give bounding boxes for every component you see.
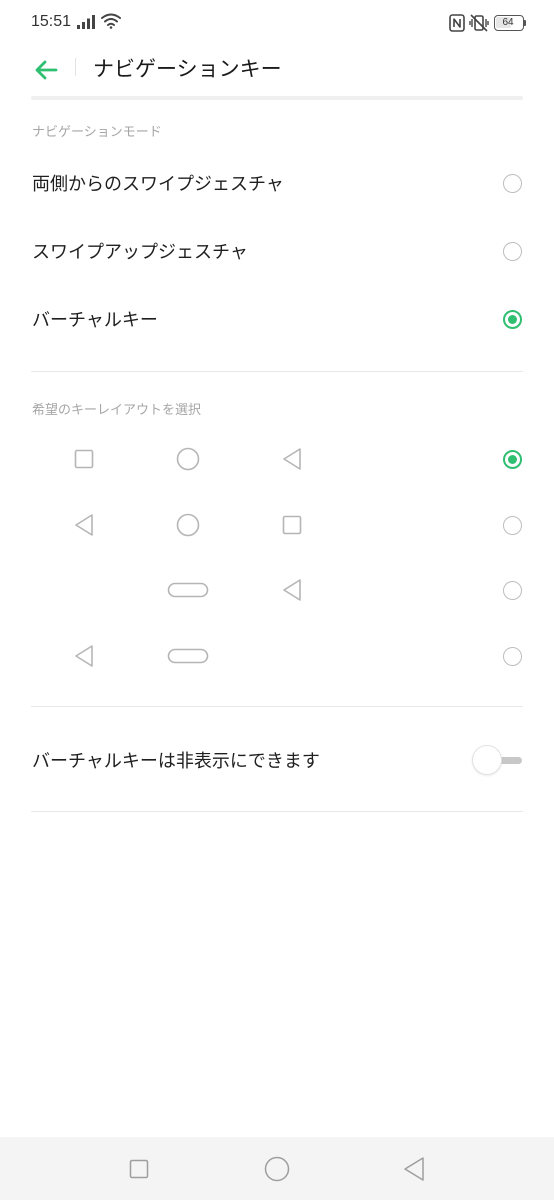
circle-icon [176,447,200,471]
triangle-back-icon [75,514,93,536]
section-divider [31,706,523,707]
option-swipe-up[interactable]: スワイプアップジェスチャ [0,217,554,285]
vibrate-off-icon [469,14,489,32]
wifi-icon [101,13,121,29]
header-divider [75,58,76,76]
triangle-back-icon [75,645,93,667]
square-icon [74,449,94,469]
hide-keys-toggle[interactable] [472,745,524,775]
circle-icon [176,513,200,537]
triangle-back-icon [283,448,301,470]
battery-icon: 64 [494,15,524,31]
status-bar: 15:51 64 [0,0,554,46]
radio-button[interactable] [503,449,522,469]
radio-button[interactable] [503,309,522,329]
section-divider [31,371,523,372]
back-button[interactable] [26,52,66,88]
option-swipe-both-sides[interactable]: 両側からのスワイプジェスチャ [0,149,554,217]
home-circle-icon[interactable] [264,1156,290,1182]
toggle-knob [472,745,502,775]
hide-keys-row: バーチャルキーは非表示にできます [0,725,554,795]
radio-button[interactable] [503,646,522,666]
pill-home-icon [167,648,209,664]
layout-option-2[interactable] [0,493,554,557]
square-icon [282,515,302,535]
layout-option-1[interactable] [0,427,554,491]
layout-option-3[interactable] [0,558,554,622]
signal-icon [77,15,95,29]
back-triangle-icon[interactable] [403,1156,425,1182]
battery-level-text: 64 [502,17,514,28]
option-virtual-keys[interactable]: バーチャルキー [0,285,554,353]
section-label-key-layout: 希望のキーレイアウトを選択 [32,403,202,418]
system-nav-bar [0,1137,554,1200]
radio-button[interactable] [503,173,522,193]
radio-button[interactable] [503,515,522,535]
radio-button[interactable] [503,241,522,261]
section-divider [31,811,523,812]
section-label-navigation-mode: ナビゲーションモード [32,125,162,140]
option-label: バーチャルキー [32,310,158,331]
triangle-back-icon [283,579,301,601]
app-header: ナビゲーションキー [0,46,554,96]
recents-square-icon[interactable] [129,1159,149,1179]
page-title: ナビゲーションキー [93,57,282,81]
layout-option-4[interactable] [0,624,554,688]
option-label: 両側からのスワイプジェスチャ [32,174,284,195]
battery-tip [524,20,526,26]
status-time: 15:51 [31,13,72,30]
option-label: スワイプアップジェスチャ [32,242,248,263]
pill-home-icon [167,582,209,598]
nfc-icon [449,14,465,32]
header-rule [31,96,523,100]
radio-button[interactable] [503,580,522,600]
arrow-left-icon [35,60,58,80]
hide-keys-label: バーチャルキーは非表示にできます [32,751,320,772]
